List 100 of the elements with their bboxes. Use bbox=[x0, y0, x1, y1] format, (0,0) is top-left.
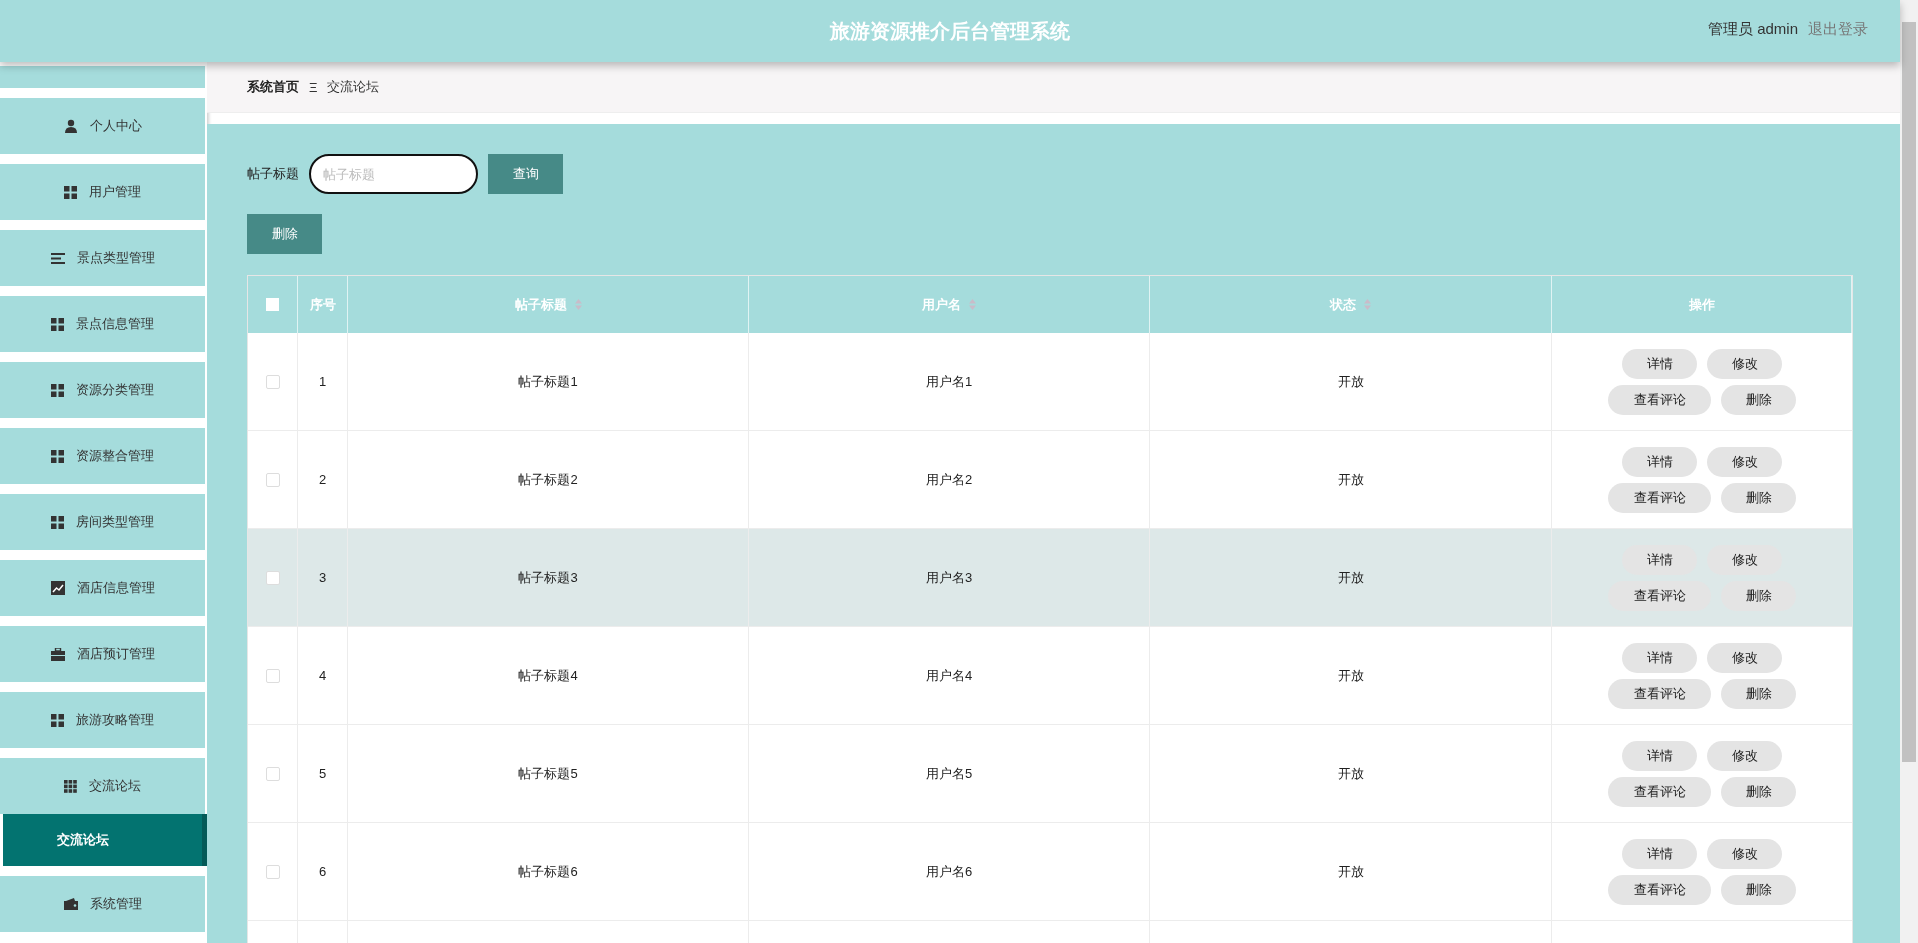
sort-icon[interactable] bbox=[574, 299, 582, 310]
breadcrumb-link[interactable]: 系统首页 bbox=[247, 78, 299, 96]
edit-button[interactable]: 修改 bbox=[1707, 642, 1782, 673]
sidebar-item[interactable]: 交流论坛 bbox=[0, 758, 205, 814]
comments-button[interactable]: 查看评论 bbox=[1608, 776, 1711, 807]
row-checkbox[interactable] bbox=[265, 570, 280, 585]
table-cell: 用户名6 bbox=[749, 823, 1150, 920]
sidebar-item-label: 旅游攻略管理 bbox=[76, 711, 154, 729]
delete-row-button[interactable]: 删除 bbox=[1721, 874, 1796, 905]
column-title: 帖子标题 bbox=[514, 295, 567, 314]
comments-button[interactable]: 查看评论 bbox=[1608, 678, 1711, 709]
sidebar-item[interactable]: 用户管理 bbox=[0, 164, 205, 220]
detail-button[interactable]: 详情 bbox=[1622, 838, 1697, 869]
sidebar-item[interactable]: 房间类型管理 bbox=[0, 494, 205, 550]
column-title: 用户名 bbox=[922, 295, 961, 314]
table-cell: 用户名2 bbox=[749, 431, 1150, 528]
grid-icon bbox=[51, 383, 64, 397]
table-cell: 1 bbox=[298, 333, 348, 430]
detail-button[interactable]: 详情 bbox=[1622, 446, 1697, 477]
edit-button[interactable]: 修改 bbox=[1707, 348, 1782, 379]
grid-icon bbox=[51, 515, 64, 529]
sidebar-item[interactable]: 旅游攻略管理 bbox=[0, 692, 205, 748]
table-cell: 3 bbox=[298, 529, 348, 626]
user-label: 管理员 admin bbox=[1707, 20, 1798, 39]
search-field[interactable]: 帖子标题 bbox=[309, 154, 478, 194]
delete-row-button[interactable]: 删除 bbox=[1721, 482, 1796, 513]
column-title: 状态 bbox=[1330, 295, 1356, 314]
detail-button[interactable]: 详情 bbox=[1622, 348, 1697, 379]
sidebar-item-label: 用户管理 bbox=[89, 183, 141, 201]
edit-button[interactable]: 修改 bbox=[1707, 544, 1782, 575]
sidebar-item-label: 景点信息管理 bbox=[76, 315, 154, 333]
sidebar-item-label: 酒店信息管理 bbox=[76, 579, 155, 597]
table-cell: 开放 bbox=[1150, 333, 1552, 430]
sidebar-item-label: 资源整合管理 bbox=[76, 447, 154, 465]
table-cell: 帖子标题4 bbox=[348, 627, 749, 724]
sidebar-item[interactable]: 景点类型管理 bbox=[0, 230, 205, 286]
comments-button[interactable]: 查看评论 bbox=[1608, 874, 1711, 905]
column-title: 序号 bbox=[309, 295, 336, 314]
sidebar-item[interactable]: 系统管理 bbox=[0, 876, 205, 932]
table-cell: 开放 bbox=[1150, 725, 1552, 822]
row-checkbox[interactable] bbox=[265, 472, 280, 487]
edit-button[interactable]: 修改 bbox=[1707, 446, 1782, 477]
delete-row-button[interactable]: 删除 bbox=[1721, 776, 1796, 807]
breadcrumb-current: 交流论坛 bbox=[327, 78, 380, 96]
comments-button[interactable]: 查看评论 bbox=[1608, 384, 1711, 415]
table-cell: 帖子标题1 bbox=[348, 333, 749, 430]
delete-row-button[interactable]: 删除 bbox=[1721, 678, 1796, 709]
wallet-icon bbox=[63, 898, 78, 910]
table-cell: 6 bbox=[298, 823, 348, 920]
table-cell: 帖子标题5 bbox=[348, 725, 749, 822]
detail-button[interactable]: 详情 bbox=[1622, 642, 1697, 673]
row-checkbox[interactable] bbox=[265, 374, 280, 389]
sidebar-item-label: 房间类型管理 bbox=[76, 513, 154, 531]
table-cell: 2 bbox=[298, 431, 348, 528]
sidebar-item[interactable] bbox=[0, 66, 205, 88]
sidebar-item-label: 景点类型管理 bbox=[76, 249, 155, 267]
sidebar-item[interactable]: 酒店信息管理 bbox=[0, 560, 205, 616]
delete-row-button[interactable]: 删除 bbox=[1721, 580, 1796, 611]
sort-icon[interactable] bbox=[1364, 299, 1371, 310]
delete-button[interactable]: 删除 bbox=[247, 214, 322, 254]
table-cell: 开放 bbox=[1150, 627, 1552, 724]
sidebar-subitem[interactable]: 交流论坛 bbox=[3, 814, 207, 866]
search-button[interactable]: 查询 bbox=[488, 154, 563, 194]
select-all-checkbox[interactable] bbox=[266, 298, 279, 311]
table-cell: 5 bbox=[298, 725, 348, 822]
table-cell: 帖子标题6 bbox=[348, 823, 749, 920]
sidebar-item-label: 个人中心 bbox=[89, 117, 142, 135]
comments-button[interactable]: 查看评论 bbox=[1608, 580, 1711, 611]
sidebar-item[interactable]: 个人中心 bbox=[0, 98, 205, 154]
detail-button[interactable]: 详情 bbox=[1622, 544, 1697, 575]
sidebar-item[interactable]: 景点信息管理 bbox=[0, 296, 205, 352]
sidebar-item-label: 交流论坛 bbox=[89, 777, 141, 795]
delete-row-button[interactable]: 删除 bbox=[1721, 384, 1796, 415]
detail-button[interactable]: 详情 bbox=[1622, 740, 1697, 771]
edit-button[interactable]: 修改 bbox=[1707, 838, 1782, 869]
table-cell: 帖子标题2 bbox=[348, 431, 749, 528]
chart-icon bbox=[50, 581, 65, 595]
grid-icon bbox=[64, 185, 77, 199]
person-icon bbox=[63, 119, 78, 133]
sidebar-item-label: 系统管理 bbox=[89, 895, 142, 913]
briefcase-icon bbox=[50, 647, 65, 661]
comments-button[interactable]: 查看评论 bbox=[1608, 482, 1711, 513]
sidebar-item[interactable]: 资源整合管理 bbox=[0, 428, 205, 484]
grid-icon bbox=[64, 779, 77, 793]
search-label: 帖子标题 bbox=[247, 165, 299, 183]
table-cell: 开放 bbox=[1150, 823, 1552, 920]
edit-button[interactable]: 修改 bbox=[1707, 740, 1782, 771]
table-cell: 用户名5 bbox=[749, 725, 1150, 822]
row-checkbox[interactable] bbox=[265, 864, 280, 879]
sidebar-item[interactable]: 酒店预订管理 bbox=[0, 626, 205, 682]
sidebar-item[interactable]: 资源分类管理 bbox=[0, 362, 205, 418]
table-cell: 开放 bbox=[1150, 431, 1552, 528]
grid-icon bbox=[51, 449, 64, 463]
row-checkbox[interactable] bbox=[265, 668, 280, 683]
scrollbar[interactable] bbox=[1900, 0, 1918, 943]
table-cell: 用户名1 bbox=[749, 333, 1150, 430]
table-cell: 用户名4 bbox=[749, 627, 1150, 724]
row-checkbox[interactable] bbox=[265, 766, 280, 781]
sort-icon[interactable] bbox=[969, 299, 976, 310]
sidebar-item-label: 酒店预订管理 bbox=[76, 645, 155, 663]
